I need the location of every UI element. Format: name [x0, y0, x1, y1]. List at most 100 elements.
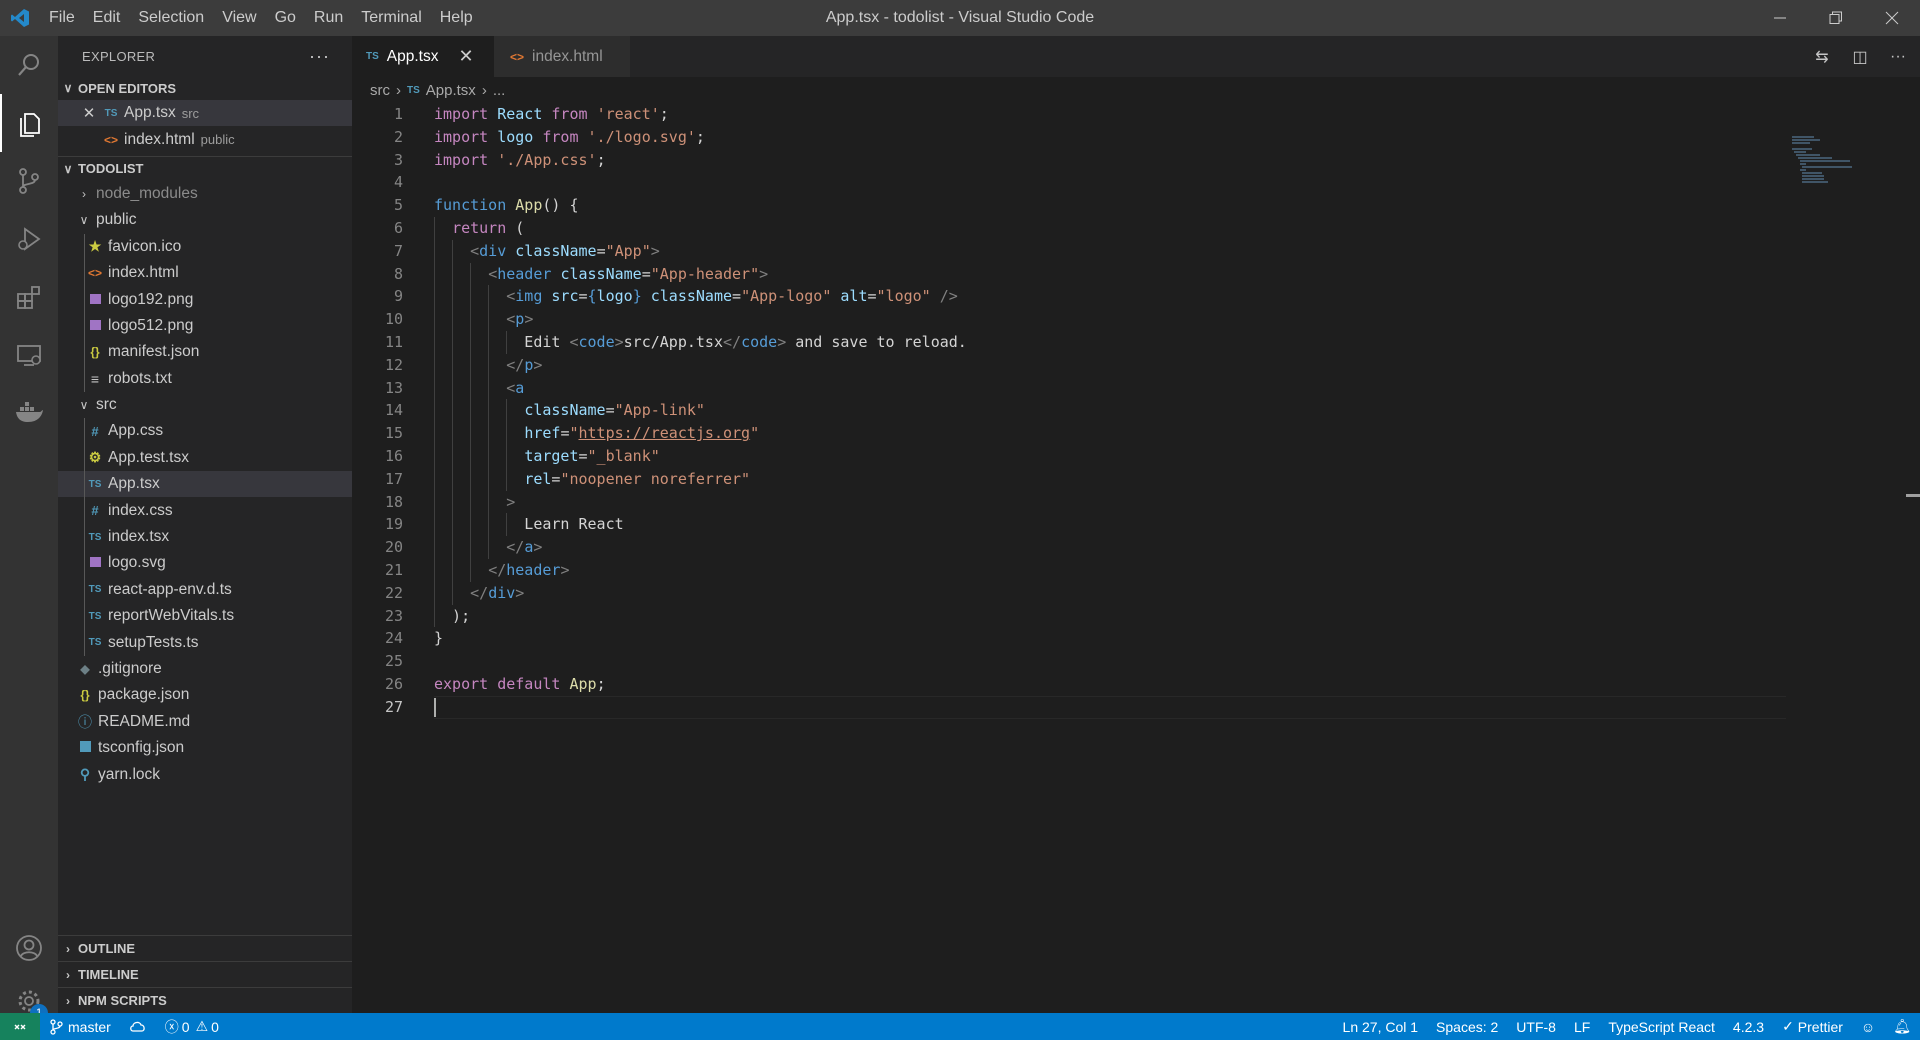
link-url[interactable]: https://reactjs.org	[579, 424, 751, 442]
minimap[interactable]	[1792, 136, 1902, 196]
scrollbar-position-marker[interactable]	[1906, 494, 1920, 497]
end-of-line[interactable]: LF	[1565, 1019, 1599, 1035]
accounts-button[interactable]	[0, 919, 58, 977]
file-name: App.tsx	[108, 475, 160, 493]
file-logo-svg[interactable]: logo.svg	[58, 550, 352, 577]
typescript-file-icon: TS	[88, 637, 102, 649]
file-app-tsx[interactable]: TS App.tsx	[58, 471, 352, 498]
more-actions-icon[interactable]: ···	[1886, 48, 1910, 66]
file-index-css[interactable]: # index.css	[58, 497, 352, 524]
source-control-button[interactable]	[0, 152, 58, 210]
folder-src[interactable]: ∨ src	[58, 392, 352, 418]
problems-button[interactable]: ⓧ 0 ⚠ 0	[156, 1017, 228, 1037]
file-manifest-json[interactable]: {} manifest.json	[58, 339, 352, 366]
remote-indicator-button[interactable]	[0, 1013, 40, 1040]
npm-scripts-section[interactable]: › NPM SCRIPTS	[58, 987, 352, 1013]
editor-tabs: TS App.tsx ✕ <> index.html ⇆ ◫ ···	[352, 36, 1920, 77]
minimize-button[interactable]	[1752, 0, 1808, 36]
extensions-button[interactable]	[0, 268, 58, 326]
tab-index-html[interactable]: <> index.html	[494, 36, 630, 77]
breadcrumb-folder[interactable]: src	[370, 82, 390, 99]
outline-label: OUTLINE	[78, 941, 136, 956]
menu-file[interactable]: File	[40, 0, 84, 36]
sync-button[interactable]	[120, 1020, 156, 1034]
menu-help[interactable]: Help	[431, 0, 482, 36]
file-app-css[interactable]: # App.css	[58, 418, 352, 445]
file-logo192-png[interactable]: logo192.png	[58, 286, 352, 313]
code-line: 19 Learn React	[352, 513, 1782, 537]
cursor-position[interactable]: Ln 27, Col 1	[1334, 1019, 1428, 1035]
restore-button[interactable]	[1808, 0, 1864, 36]
search-view-button[interactable]	[0, 36, 58, 94]
menu-view[interactable]: View	[213, 0, 265, 36]
file-name: App.css	[108, 422, 164, 440]
open-editor-index-html[interactable]: <> index.html public	[58, 126, 352, 152]
folder-node-modules[interactable]: › node_modules	[58, 181, 352, 207]
folder-name: src	[96, 396, 117, 414]
remote-explorer-button[interactable]	[0, 326, 58, 384]
file-readme-md[interactable]: ⓘ README.md	[58, 709, 352, 735]
notifications-button[interactable]: 🔔︎	[1884, 1018, 1920, 1035]
git-file-icon: ◆	[80, 662, 90, 676]
file-favicon-ico[interactable]: ★ favicon.ico	[58, 233, 352, 260]
chevron-down-icon: ∨	[79, 398, 89, 413]
file-index-tsx[interactable]: TS index.tsx	[58, 523, 352, 551]
close-window-button[interactable]	[1864, 0, 1920, 36]
file-app-test-tsx[interactable]: ⚙ App.test.tsx	[58, 444, 352, 472]
outline-section[interactable]: › OUTLINE	[58, 935, 352, 961]
file-index-html[interactable]: <> index.html	[58, 259, 352, 287]
more-actions-icon[interactable]: ···	[309, 46, 330, 67]
docker-button[interactable]	[0, 384, 58, 442]
code-line: 5 function App() {	[393, 196, 579, 215]
menu-selection[interactable]: Selection	[129, 0, 213, 36]
code-line: 12 </p>	[352, 353, 1782, 377]
file-tsconfig-json[interactable]: tsconfig.json	[58, 735, 352, 761]
docker-icon	[16, 402, 43, 422]
code-line: 13 <a	[352, 376, 1782, 400]
typescript-version[interactable]: 4.2.3	[1724, 1019, 1773, 1035]
menu-edit[interactable]: Edit	[84, 0, 130, 36]
file-react-app-env[interactable]: TS react-app-env.d.ts	[58, 576, 352, 604]
close-icon[interactable]: ✕	[80, 104, 98, 122]
file-report-web-vitals[interactable]: TS reportWebVitals.ts	[58, 603, 352, 630]
breadcrumb-symbol[interactable]: ...	[493, 82, 506, 99]
encoding[interactable]: UTF-8	[1507, 1019, 1565, 1035]
menu-run[interactable]: Run	[305, 0, 352, 36]
timeline-section[interactable]: › TIMELINE	[58, 961, 352, 987]
file-package-json[interactable]: {} package.json	[58, 682, 352, 708]
menu-go[interactable]: Go	[266, 0, 305, 36]
branch-button[interactable]: master	[40, 1019, 120, 1035]
language-mode[interactable]: TypeScript React	[1599, 1019, 1724, 1035]
menu-terminal[interactable]: Terminal	[352, 0, 430, 36]
file-yarn-lock[interactable]: ⚲ yarn.lock	[58, 761, 352, 787]
open-editors-header[interactable]: ∨ OPEN EDITORS	[58, 76, 352, 100]
explorer-view-button[interactable]	[0, 94, 58, 152]
split-editor-icon[interactable]: ◫	[1848, 47, 1872, 67]
code-editor[interactable]: 1 import React from 'react'; 2 import logo…	[352, 103, 1786, 719]
file-gitignore[interactable]: ◆ .gitignore	[58, 656, 352, 682]
file-name: index.tsx	[108, 528, 170, 546]
html-file-icon: <>	[87, 266, 102, 281]
explorer-header: EXPLORER ···	[58, 36, 352, 76]
code-line: 9 <img src={logo} className="App-logo" a…	[352, 285, 1782, 309]
file-robots-txt[interactable]: ≡ robots.txt	[58, 365, 352, 392]
project-folder-header[interactable]: ∨ TODOLIST	[58, 155, 352, 181]
file-logo512-png[interactable]: logo512.png	[58, 312, 352, 340]
indentation[interactable]: Spaces: 2	[1427, 1019, 1507, 1035]
open-changes-icon[interactable]: ⇆	[1810, 47, 1834, 67]
folder-public[interactable]: ∨ public	[58, 207, 352, 233]
typescript-file-icon: TS	[88, 584, 102, 596]
star-file-icon: ★	[88, 238, 102, 255]
close-icon[interactable]: ✕	[458, 46, 473, 67]
image-file-icon	[86, 293, 104, 307]
feedback-button[interactable]: ☺	[1852, 1019, 1884, 1035]
files-icon	[20, 113, 40, 137]
run-debug-button[interactable]	[0, 210, 58, 268]
tab-app-tsx[interactable]: TS App.tsx ✕	[352, 36, 494, 77]
code-line: 18 >	[352, 490, 1782, 514]
file-setup-tests[interactable]: TS setupTests.ts	[58, 629, 352, 656]
code-line: 24}	[384, 629, 444, 648]
prettier-button[interactable]: ✓ Prettier	[1773, 1018, 1852, 1035]
open-editor-app-tsx[interactable]: ✕ TS App.tsx src	[58, 100, 352, 127]
breadcrumb-file[interactable]: App.tsx	[426, 82, 476, 99]
